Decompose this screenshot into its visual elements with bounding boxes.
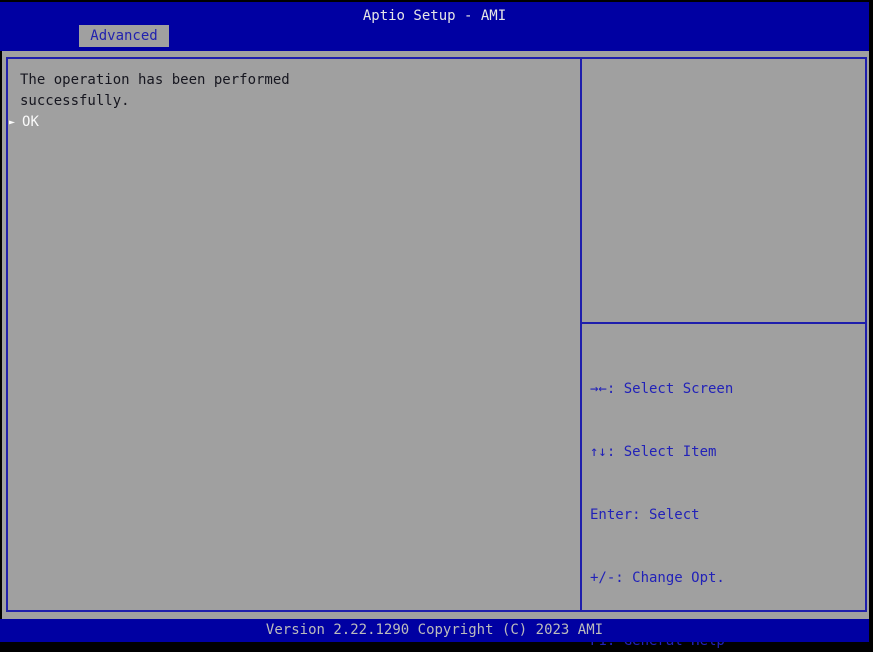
dialog-message-line-2: successfully. xyxy=(20,93,130,109)
help-panel: →←: Select Screen ↑↓: Select Item Enter:… xyxy=(580,57,867,649)
app-title: Aptio Setup - AMI xyxy=(362,8,507,24)
main-area: The operation has been performed success… xyxy=(2,51,869,649)
help-panel-divider xyxy=(581,322,866,324)
ok-option[interactable]: ► OK xyxy=(8,112,580,133)
key-legend-line: ↑↓: Select Item xyxy=(590,444,717,460)
selection-arrow-icon: ► xyxy=(9,117,16,128)
header-bar: Aptio Setup - AMI Advanced xyxy=(0,2,869,51)
dialog-message-line-1: The operation has been performed xyxy=(20,72,290,88)
footer-bar: Version 2.22.1290 Copyright (C) 2023 AMI xyxy=(0,619,869,642)
tab-advanced-label: Advanced xyxy=(90,28,158,44)
key-legend-line: Enter: Select xyxy=(590,507,700,523)
key-legend: →←: Select Screen ↑↓: Select Item Enter:… xyxy=(590,337,863,652)
key-legend-line: +/-: Change Opt. xyxy=(590,570,725,586)
bios-setup-screen: Aptio Setup - AMI Advanced The operation… xyxy=(0,0,873,652)
version-text: Version 2.22.1290 Copyright (C) 2023 AMI xyxy=(265,622,604,638)
tab-advanced[interactable]: Advanced xyxy=(79,25,169,47)
key-legend-line: →←: Select Screen xyxy=(590,381,734,397)
ok-option-label: OK xyxy=(22,114,39,130)
dialog-panel: The operation has been performed success… xyxy=(6,57,582,612)
